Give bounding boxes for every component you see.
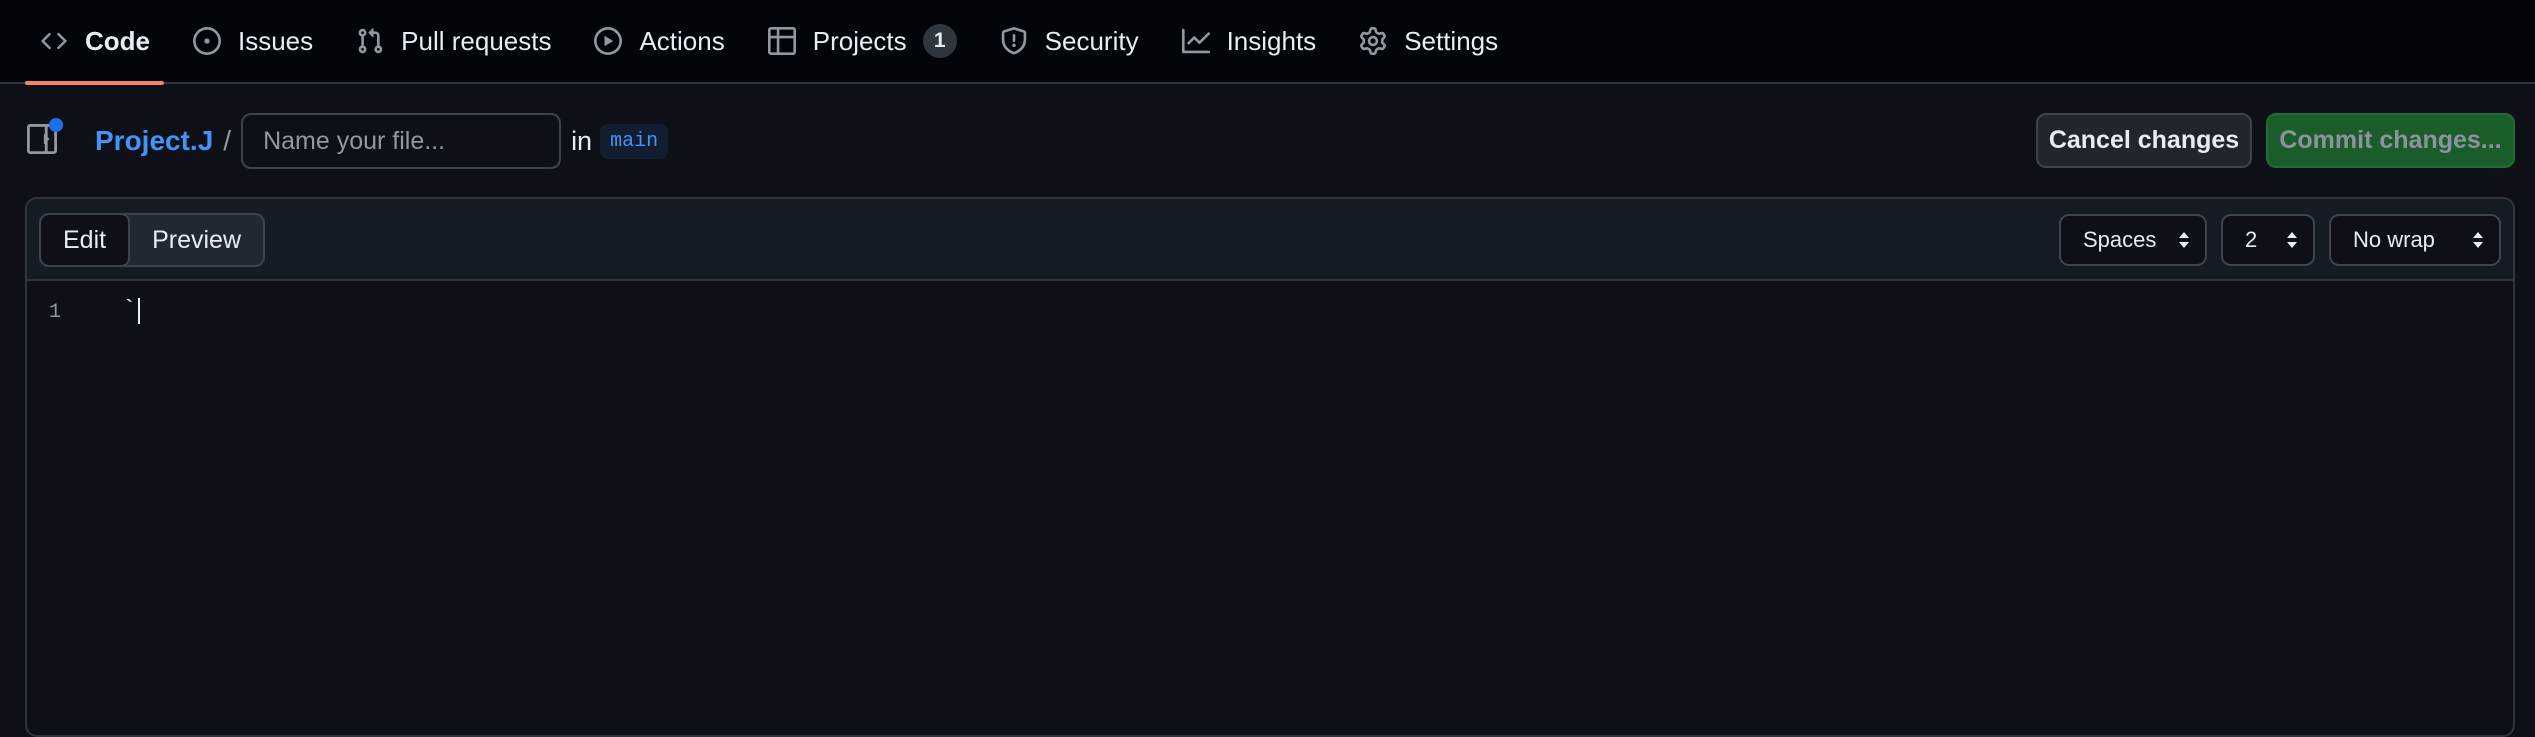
text-cursor	[138, 297, 141, 324]
indent-mode-value: Spaces	[2083, 227, 2157, 252]
graph-icon	[1181, 26, 1211, 56]
code-editor: Edit Preview Spaces 2 No wrap 1 `	[25, 197, 2515, 737]
path-separator: /	[223, 125, 232, 156]
tab-actions-label: Actions	[639, 25, 725, 56]
tab-edit[interactable]: Edit	[41, 215, 131, 265]
branch-badge[interactable]: main	[600, 123, 669, 159]
tab-settings[interactable]: Settings	[1344, 0, 1512, 83]
unfold-icon	[2177, 230, 2191, 250]
tab-security[interactable]: Security	[985, 0, 1153, 83]
tab-issues-label: Issues	[238, 25, 314, 56]
file-tree-toggle-button[interactable]	[25, 118, 63, 158]
unfold-icon	[2285, 230, 2299, 250]
projects-counter: 1	[922, 24, 957, 58]
tab-projects[interactable]: Projects 1	[753, 0, 971, 83]
tab-preview[interactable]: Preview	[130, 215, 263, 265]
gear-icon	[1358, 26, 1388, 56]
tab-insights[interactable]: Insights	[1167, 0, 1331, 83]
indent-mode-select[interactable]: Spaces	[2059, 214, 2207, 266]
filename-input[interactable]	[241, 113, 562, 169]
git-pull-request-icon	[355, 26, 385, 56]
tab-actions[interactable]: Actions	[579, 0, 738, 83]
file-path-bar: Project.J / in main	[25, 112, 669, 170]
tab-pull-requests-label: Pull requests	[401, 25, 552, 56]
tab-pull-requests[interactable]: Pull requests	[341, 0, 565, 83]
commit-changes-button[interactable]: Commit changes...	[2266, 113, 2515, 168]
code-line[interactable]: `	[122, 297, 141, 324]
wrap-mode-value: No wrap	[2353, 227, 2435, 252]
tab-code-label: Code	[85, 25, 150, 56]
issue-opened-icon	[192, 26, 222, 56]
table-icon	[767, 26, 797, 56]
tab-code[interactable]: Code	[25, 0, 164, 85]
in-label: in	[571, 125, 593, 156]
repo-name-link[interactable]: Project.J	[95, 125, 213, 157]
editor-toolbar: Edit Preview Spaces 2 No wrap	[27, 199, 2513, 281]
indent-size-select[interactable]: 2	[2221, 214, 2315, 266]
play-icon	[593, 26, 623, 56]
notification-dot	[49, 118, 63, 132]
indent-size-value: 2	[2245, 227, 2258, 252]
repo-nav: Code Issues Pull requests Actions Projec…	[0, 0, 2535, 85]
tab-insights-label: Insights	[1226, 25, 1317, 56]
wrap-mode-select[interactable]: No wrap	[2329, 214, 2501, 266]
tab-settings-label: Settings	[1404, 25, 1499, 56]
tab-projects-label: Projects	[812, 25, 907, 56]
line-number: 1	[49, 301, 62, 324]
unfold-icon	[2471, 230, 2485, 250]
code-line-text: `	[122, 297, 137, 324]
code-text-area[interactable]: 1 `	[27, 281, 2513, 735]
edit-preview-toggle: Edit Preview	[39, 213, 266, 267]
tab-security-label: Security	[1044, 25, 1139, 56]
cancel-changes-button[interactable]: Cancel changes	[2036, 113, 2252, 168]
code-icon	[39, 26, 69, 56]
shield-icon	[999, 26, 1029, 56]
tab-issues[interactable]: Issues	[178, 0, 327, 83]
